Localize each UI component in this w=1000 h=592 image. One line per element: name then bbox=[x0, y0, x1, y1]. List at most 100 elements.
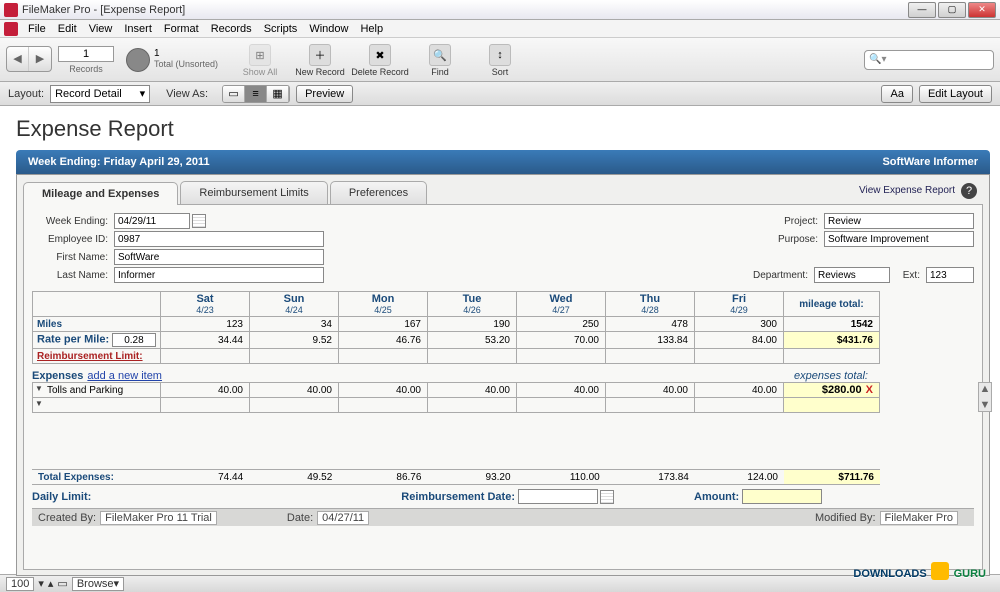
show-all-button[interactable]: ⊞ Show All bbox=[230, 42, 290, 77]
zoom-out-icon[interactable]: ▾ bbox=[38, 577, 44, 590]
totals-grid: Total Expenses: 74.4449.52 86.7693.20 11… bbox=[32, 469, 974, 485]
created-by-value: FileMaker Pro 11 Trial bbox=[100, 511, 217, 525]
purpose-label: Purpose: bbox=[754, 234, 824, 245]
maximize-button[interactable]: ▢ bbox=[938, 2, 966, 18]
last-name-field[interactable] bbox=[114, 267, 324, 283]
calendar-icon[interactable] bbox=[192, 214, 206, 228]
zoom-in-icon[interactable]: ▴ bbox=[48, 577, 54, 590]
last-name-label: Last Name: bbox=[32, 270, 114, 281]
menu-help[interactable]: Help bbox=[354, 23, 389, 35]
menu-insert[interactable]: Insert bbox=[118, 23, 158, 35]
add-new-item-link[interactable]: add a new item bbox=[87, 370, 162, 382]
record-pie-icon bbox=[126, 48, 150, 72]
view-form-button[interactable]: ▭ bbox=[223, 86, 245, 102]
employee-id-field[interactable] bbox=[114, 231, 324, 247]
find-icon: 🔍 bbox=[429, 44, 451, 66]
reimbursement-date-field[interactable] bbox=[518, 489, 598, 504]
view-table-button[interactable]: ▦ bbox=[267, 86, 289, 102]
window-titlebar: FileMaker Pro - [Expense Report] — ▢ ✕ bbox=[0, 0, 1000, 20]
reimbursement-limit-row: Reimbursement Limit: bbox=[33, 349, 880, 364]
bottom-row: Daily Limit: Reimbursement Date: Amount: bbox=[32, 489, 974, 504]
purpose-field[interactable] bbox=[824, 231, 974, 247]
document-body: Expense Report Week Ending: Friday April… bbox=[0, 106, 1000, 574]
menu-file[interactable]: File bbox=[22, 23, 52, 35]
amount-label: Amount: bbox=[694, 491, 739, 503]
menu-scripts[interactable]: Scripts bbox=[258, 23, 304, 35]
records-label: Records bbox=[69, 64, 103, 74]
tab-mileage-expenses[interactable]: Mileage and Expenses bbox=[23, 182, 178, 205]
chevron-down-icon: ▾ bbox=[140, 87, 146, 100]
new-record-button[interactable]: ＋ New Record bbox=[290, 42, 350, 77]
company-header: SoftWare Informer bbox=[882, 156, 978, 168]
next-record-button[interactable]: ▶ bbox=[29, 47, 51, 71]
edit-layout-button[interactable]: Edit Layout bbox=[919, 85, 992, 103]
layout-bar: Layout: Record Detail▾ View As: ▭ ≡ ▦ Pr… bbox=[0, 82, 1000, 106]
status-bar: 100 ▾ ▴ ▭ Browse ▾ bbox=[0, 574, 1000, 592]
miles-row: Miles 123 34 167 190 250 478 300 1542 bbox=[33, 317, 880, 332]
expense-row-empty bbox=[33, 398, 880, 413]
modified-by-value: FileMaker Pro bbox=[880, 511, 958, 525]
project-field[interactable] bbox=[824, 213, 974, 229]
grid-header-row: Sat4/23 Sun4/24 Mon4/25 Tue4/26 Wed4/27 … bbox=[33, 292, 880, 317]
week-ending-field[interactable] bbox=[114, 213, 190, 229]
preview-button[interactable]: Preview bbox=[296, 85, 353, 103]
toolbar-toggle-icon[interactable]: ▭ bbox=[57, 577, 67, 590]
layout-select[interactable]: Record Detail▾ bbox=[50, 85, 150, 103]
delete-row-x-icon[interactable]: X bbox=[862, 384, 873, 396]
week-ending-header: Week Ending: Friday April 29, 2011 bbox=[28, 156, 210, 168]
expense-row: Tolls and Parking 40.00 40.00 40.00 40.0… bbox=[33, 383, 880, 398]
expenses-grid: Tolls and Parking 40.00 40.00 40.00 40.0… bbox=[32, 382, 974, 413]
help-icon[interactable]: ? bbox=[961, 183, 977, 199]
expense-scrollbar[interactable]: ▲▼ bbox=[978, 382, 992, 412]
total-count: 1 bbox=[154, 48, 218, 59]
rate-input[interactable] bbox=[112, 333, 156, 347]
tab-reimbursement-limits[interactable]: Reimbursement Limits bbox=[180, 181, 327, 204]
record-number-input[interactable] bbox=[58, 46, 114, 62]
zoom-value[interactable]: 100 bbox=[6, 577, 34, 591]
employee-id-label: Employee ID: bbox=[32, 234, 114, 245]
view-as-label: View As: bbox=[166, 88, 208, 100]
menu-edit[interactable]: Edit bbox=[52, 23, 83, 35]
sort-icon: ↕ bbox=[489, 44, 511, 66]
show-all-icon: ⊞ bbox=[249, 44, 271, 66]
ext-field[interactable] bbox=[926, 267, 974, 283]
department-field[interactable] bbox=[814, 267, 890, 283]
menu-view[interactable]: View bbox=[83, 23, 119, 35]
expense-item-label[interactable]: Tolls and Parking bbox=[33, 383, 161, 398]
first-name-label: First Name: bbox=[32, 252, 114, 263]
search-box[interactable]: 🔍▾ bbox=[864, 50, 994, 70]
expenses-heading: Expenses add a new item expenses total: bbox=[32, 370, 880, 382]
created-by-label: Created By: bbox=[38, 512, 96, 524]
date-label: Date: bbox=[287, 512, 313, 524]
tab-preferences[interactable]: Preferences bbox=[330, 181, 427, 204]
content-panel: Mileage and Expenses Reimbursement Limit… bbox=[16, 174, 990, 576]
search-icon: 🔍▾ bbox=[869, 54, 886, 65]
delete-record-icon: ✖ bbox=[369, 44, 391, 66]
page-title: Expense Report bbox=[16, 116, 990, 142]
view-expense-report-link[interactable]: View Expense Report bbox=[859, 185, 955, 196]
menu-window[interactable]: Window bbox=[303, 23, 354, 35]
toolbar: ◀ ▶ Records 1 Total (Unsorted) ⊞ Show Al… bbox=[0, 38, 1000, 82]
layout-label: Layout: bbox=[8, 88, 44, 100]
calendar-icon[interactable] bbox=[600, 490, 614, 504]
formatting-button[interactable]: Aa bbox=[881, 85, 912, 103]
record-nav: ◀ ▶ bbox=[6, 46, 52, 72]
sort-button[interactable]: ↕ Sort bbox=[470, 42, 530, 77]
reimbursement-date-label: Reimbursement Date: bbox=[401, 491, 515, 503]
app-icon bbox=[4, 3, 18, 17]
delete-record-button[interactable]: ✖ Delete Record bbox=[350, 42, 410, 77]
close-button[interactable]: ✕ bbox=[968, 2, 996, 18]
ext-label: Ext: bbox=[890, 270, 926, 281]
modified-by-label: Modified By: bbox=[815, 512, 876, 524]
menu-records[interactable]: Records bbox=[205, 23, 258, 35]
menu-format[interactable]: Format bbox=[158, 23, 205, 35]
view-list-button[interactable]: ≡ bbox=[245, 86, 267, 102]
first-name-field[interactable] bbox=[114, 249, 324, 265]
minimize-button[interactable]: — bbox=[908, 2, 936, 18]
amount-field[interactable] bbox=[742, 489, 822, 504]
mode-select[interactable]: Browse ▾ bbox=[72, 577, 124, 591]
total-label: Total (Unsorted) bbox=[154, 59, 218, 69]
form-area: Week Ending: Project: Employee ID: Purpo… bbox=[23, 204, 983, 570]
find-button[interactable]: 🔍 Find bbox=[410, 42, 470, 77]
prev-record-button[interactable]: ◀ bbox=[7, 47, 29, 71]
